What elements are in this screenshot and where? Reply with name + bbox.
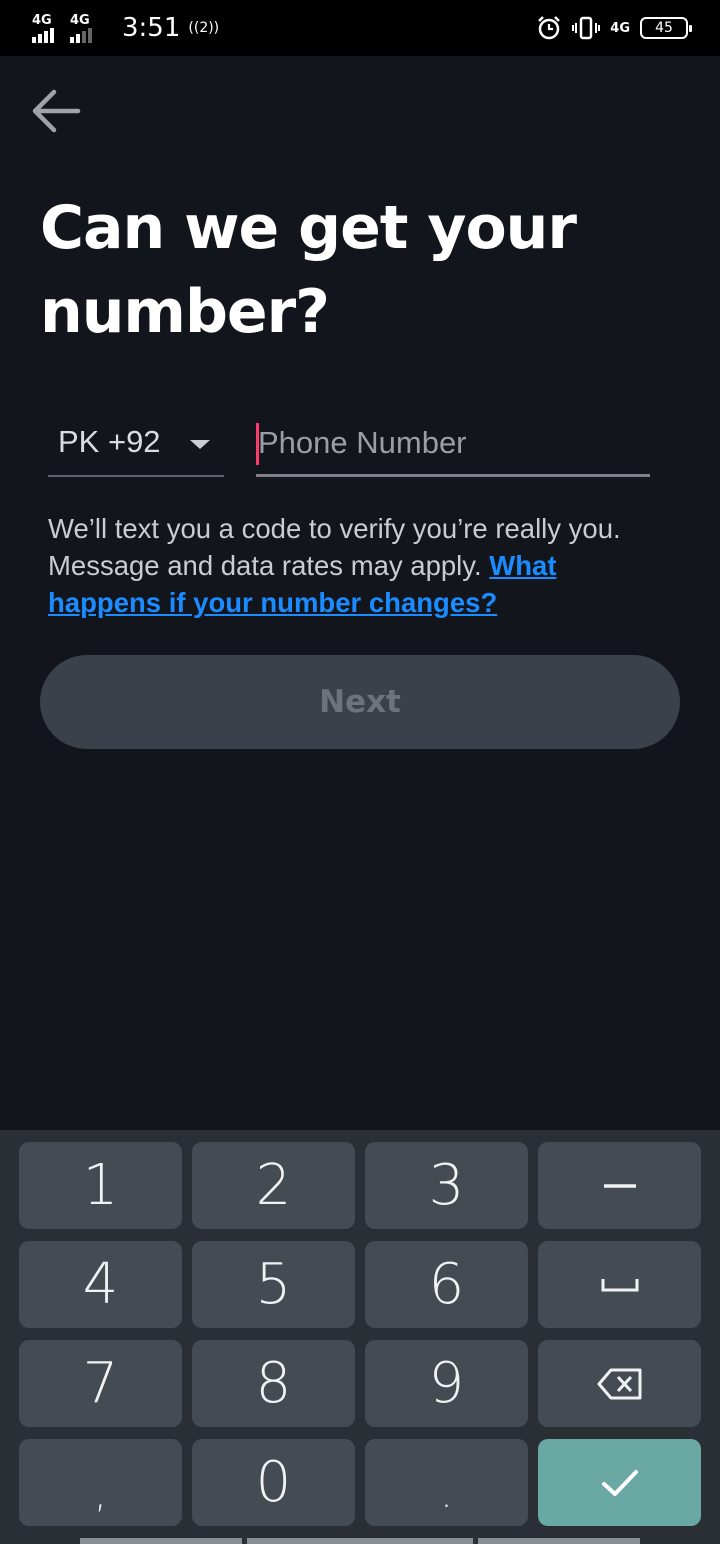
key-period[interactable]: . — [365, 1439, 528, 1526]
key-1[interactable]: 1 — [19, 1142, 182, 1229]
nav-bar-segment — [247, 1538, 473, 1544]
country-code-select[interactable]: PK +92 — [48, 412, 224, 477]
key-done[interactable] — [538, 1439, 701, 1526]
nav-bar-segment — [478, 1538, 640, 1544]
sim2-signal-icon: 4G — [70, 13, 100, 43]
numeric-keyboard: 1 2 3 4 5 6 7 8 9 , 0 . — [0, 1130, 720, 1544]
phone-number-field[interactable] — [256, 412, 650, 477]
key-space[interactable] — [538, 1241, 701, 1328]
key-6[interactable]: 6 — [365, 1241, 528, 1328]
country-code-value: PK +92 — [58, 423, 161, 459]
key-8[interactable]: 8 — [192, 1340, 355, 1427]
key-7[interactable]: 7 — [19, 1340, 182, 1427]
key-backspace[interactable] — [538, 1340, 701, 1427]
checkmark-icon — [601, 1469, 638, 1496]
key-3[interactable]: 3 — [365, 1142, 528, 1229]
battery-icon: 45 — [640, 17, 692, 39]
clock: 3:51 — [122, 13, 181, 43]
nav-bar-segment — [80, 1538, 242, 1544]
key-dash[interactable] — [538, 1142, 701, 1229]
backspace-icon — [597, 1368, 641, 1399]
space-icon — [601, 1278, 638, 1291]
verification-info: We’ll text you a code to verify you’re r… — [48, 510, 672, 621]
alarm-icon — [538, 16, 561, 40]
page-title: Can we get your number? — [40, 193, 577, 347]
next-button[interactable]: Next — [40, 655, 680, 749]
chevron-down-icon — [190, 440, 210, 449]
key-5[interactable]: 5 — [192, 1241, 355, 1328]
key-comma[interactable]: , — [19, 1439, 182, 1526]
back-button[interactable] — [28, 84, 84, 140]
hotspot-icon: ((2)) — [188, 20, 220, 36]
text-cursor — [256, 423, 259, 465]
vibrate-icon — [572, 16, 601, 40]
dash-icon — [603, 1183, 636, 1188]
next-button-label: Next — [319, 684, 401, 720]
key-0[interactable]: 0 — [192, 1439, 355, 1526]
phone-number-input[interactable] — [256, 420, 650, 466]
sim1-signal-icon: 4G — [32, 13, 62, 43]
arrow-left-icon — [32, 89, 81, 133]
key-4[interactable]: 4 — [19, 1241, 182, 1328]
key-2[interactable]: 2 — [192, 1142, 355, 1229]
network-type-icon: 4G — [610, 20, 630, 36]
key-9[interactable]: 9 — [365, 1340, 528, 1427]
status-bar: 4G 4G 3:51 ((2)) 4G 45 — [0, 0, 720, 56]
